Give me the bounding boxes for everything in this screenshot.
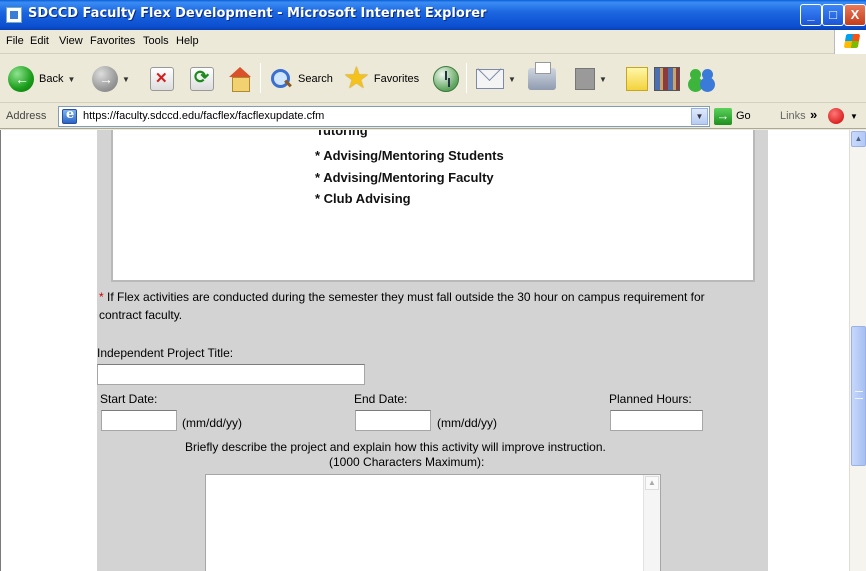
- maximize-button[interactable]: □: [822, 4, 844, 26]
- address-url[interactable]: https://faculty.sdccd.edu/facflex/facfle…: [83, 110, 324, 122]
- browser-app-icon: [6, 7, 22, 23]
- windows-logo-icon: [834, 30, 866, 54]
- forward-arrow-icon: →: [92, 66, 118, 92]
- start-date-label: Start Date:: [100, 392, 158, 406]
- go-arrow-icon[interactable]: →: [714, 108, 732, 125]
- activity-item: * Advising/Mentoring Faculty: [315, 170, 494, 185]
- menu-file[interactable]: File: [6, 35, 24, 47]
- research-books-icon: [654, 67, 680, 91]
- edit-dropdown-icon[interactable]: ▼: [599, 75, 607, 84]
- planned-hours-input[interactable]: [610, 410, 703, 431]
- menu-tools[interactable]: Tools: [143, 35, 169, 47]
- home-button[interactable]: [227, 63, 253, 95]
- notes-button[interactable]: [626, 63, 648, 95]
- close-button[interactable]: X: [844, 4, 866, 26]
- planned-hours-label: Planned Hours:: [609, 392, 692, 406]
- back-button[interactable]: ← Back ▼: [8, 63, 75, 95]
- research-button[interactable]: [654, 63, 680, 95]
- mail-dropdown-icon[interactable]: ▼: [508, 75, 516, 84]
- stop-button[interactable]: [150, 63, 174, 95]
- end-date-input[interactable]: [355, 410, 431, 431]
- favorites-star-icon: ★: [343, 62, 370, 95]
- scroll-up-icon[interactable]: ▲: [851, 131, 866, 147]
- activity-item: * Club Advising: [315, 191, 411, 206]
- mail-icon: [476, 69, 504, 89]
- forward-button[interactable]: → ▼: [92, 63, 130, 95]
- edit-page-icon: [575, 68, 595, 90]
- ie-page-icon: [62, 107, 77, 124]
- window-title: SDCCD Faculty Flex Development - Microso…: [28, 6, 487, 21]
- page-scrollbar[interactable]: ▲: [849, 130, 866, 571]
- notes-icon: [626, 67, 648, 91]
- stop-icon: [150, 67, 174, 91]
- edit-button[interactable]: ▼: [575, 63, 607, 95]
- pdf-dropdown-icon[interactable]: ▼: [850, 112, 858, 121]
- menu-edit[interactable]: Edit: [30, 35, 49, 47]
- textarea-scroll-up-icon[interactable]: ▲: [645, 476, 659, 490]
- project-description-textarea[interactable]: ▲: [205, 474, 661, 571]
- textarea-scrollbar[interactable]: ▲: [643, 475, 660, 571]
- history-button[interactable]: [433, 63, 459, 95]
- page-content: Tutoring * Advising/Mentoring Students *…: [0, 130, 866, 571]
- end-date-label: End Date:: [354, 392, 408, 406]
- links-chevron-icon[interactable]: »: [810, 107, 817, 122]
- favorites-label: Favorites: [373, 73, 420, 85]
- links-label[interactable]: Links: [780, 110, 806, 122]
- favorites-button[interactable]: ★ Favorites: [343, 63, 419, 95]
- title-bar: SDCCD Faculty Flex Development - Microso…: [0, 0, 866, 30]
- address-bar: Address https://faculty.sdccd.edu/facfle…: [0, 104, 866, 129]
- mail-button[interactable]: ▼: [476, 63, 516, 95]
- menu-bar: File Edit View Favorites Tools Help: [0, 30, 866, 54]
- note-asterisk: *: [99, 290, 104, 304]
- scrollbar-thumb[interactable]: [851, 326, 866, 466]
- project-title-input[interactable]: [97, 364, 365, 385]
- describe-project-label: Briefly describe the project and explain…: [185, 440, 606, 454]
- standard-toolbar: ← Back ▼ → ▼ Search ★ Favorites: [0, 55, 866, 103]
- back-arrow-icon: ←: [8, 66, 34, 92]
- character-limit-label: (1000 Characters Maximum):: [329, 455, 485, 469]
- home-icon: [227, 66, 253, 92]
- flex-activity-note: * If Flex activities are conducted durin…: [99, 288, 719, 324]
- menu-help[interactable]: Help: [176, 35, 199, 47]
- refresh-icon: [190, 67, 214, 91]
- search-icon: [270, 68, 292, 90]
- address-dropdown-icon[interactable]: ▼: [691, 108, 708, 125]
- search-button[interactable]: Search: [270, 63, 333, 95]
- end-date-format-hint: (mm/dd/yy): [437, 416, 497, 430]
- minimize-button[interactable]: _: [800, 4, 822, 26]
- history-icon: [433, 66, 459, 92]
- refresh-button[interactable]: [190, 63, 214, 95]
- messenger-icon: [688, 66, 716, 92]
- search-label: Search: [298, 73, 333, 85]
- print-button[interactable]: [528, 62, 556, 95]
- pdf-icon[interactable]: [828, 108, 844, 124]
- browser-window: SDCCD Faculty Flex Development - Microso…: [0, 0, 866, 571]
- note-text: If Flex activities are conducted during …: [99, 290, 705, 322]
- back-label: Back: [39, 73, 64, 85]
- project-title-label: Independent Project Title:: [97, 346, 234, 360]
- forward-dropdown-icon[interactable]: ▼: [122, 75, 130, 84]
- address-label: Address: [6, 110, 47, 122]
- address-input[interactable]: https://faculty.sdccd.edu/facflex/facfle…: [58, 106, 710, 127]
- back-dropdown-icon[interactable]: ▼: [67, 75, 75, 84]
- messenger-button[interactable]: [688, 63, 716, 95]
- start-date-format-hint: (mm/dd/yy): [182, 416, 242, 430]
- menu-favorites[interactable]: Favorites: [90, 35, 135, 47]
- go-button[interactable]: Go: [736, 110, 751, 122]
- printer-icon: [528, 62, 556, 90]
- activity-item-partial: Tutoring: [316, 130, 368, 138]
- activity-item: * Advising/Mentoring Students: [315, 148, 504, 163]
- toolbar-separator: [466, 63, 467, 93]
- toolbar-separator: [260, 63, 261, 93]
- menu-view[interactable]: View: [59, 35, 83, 47]
- start-date-input[interactable]: [101, 410, 177, 431]
